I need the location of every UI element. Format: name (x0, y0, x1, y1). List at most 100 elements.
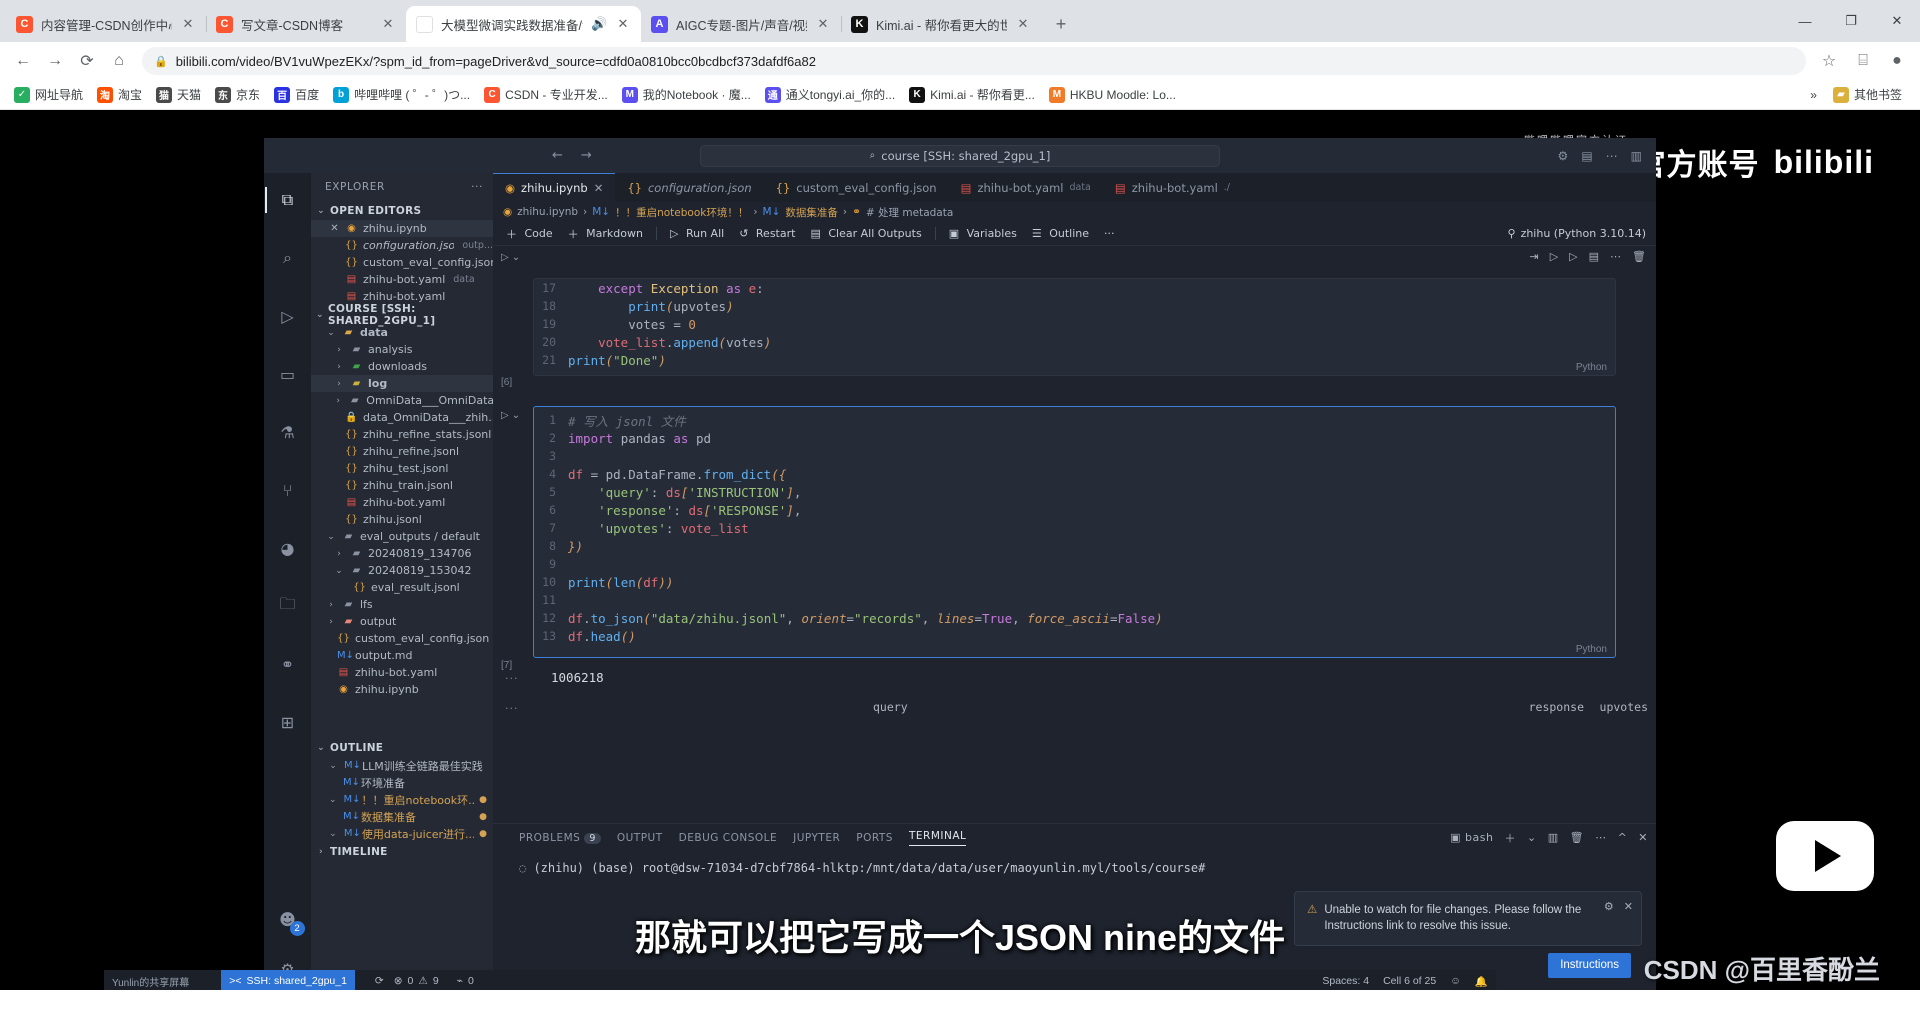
ports-status[interactable]: ⌁ 0 (457, 975, 474, 987)
tree-item-file[interactable]: M↓ output.md (311, 647, 493, 664)
tree-item-output[interactable]: › ▰ output (311, 613, 493, 630)
problems-status[interactable]: ⊗ 0 ⚠ 9 (394, 975, 439, 987)
clear-all-outputs-button[interactable]: ▤ Clear All Outputs (805, 225, 926, 242)
run-above-icon[interactable]: ⇥ (1529, 250, 1538, 263)
profile-avatar-icon[interactable]: ● (1882, 46, 1912, 76)
bookmark-item[interactable]: M HKBU Moodle: Lo... (1043, 84, 1182, 106)
restart-kernel-button[interactable]: ↺ Restart (734, 225, 800, 242)
maximize-button[interactable]: ❐ (1828, 0, 1874, 42)
open-editor-item[interactable]: {} configuration.json outp... (311, 237, 493, 254)
run-cell-icon[interactable]: ▷ (501, 410, 509, 421)
close-window-button[interactable]: ✕ (1874, 0, 1920, 42)
split-cell-icon[interactable]: ▤ (1589, 250, 1599, 263)
close-tab-button[interactable]: ✕ (180, 16, 196, 32)
delete-cell-icon[interactable]: 🗑 (1632, 250, 1646, 263)
explorer-icon[interactable]: ⧉ (264, 181, 307, 219)
new-terminal-icon[interactable]: ＋ (1504, 830, 1516, 846)
tree-item-downloads[interactable]: › ▰ downloads (311, 358, 493, 375)
editor-tab-zhihu-bot-yaml-data[interactable]: ▤ zhihu-bot.yaml data (948, 173, 1103, 202)
python-icon[interactable]: ⚭ (269, 645, 307, 683)
open-editor-item[interactable]: ✕ ◉ zhihu.ipynb (311, 220, 493, 237)
output-collapse-dots[interactable]: ··· (505, 702, 519, 715)
kill-terminal-icon[interactable]: 🗑 (1570, 831, 1584, 844)
testing-icon[interactable]: ⚗ (269, 413, 307, 451)
section-course-folder[interactable]: ⌄ COURSE [SSH: SHARED_2GPU_1] (311, 303, 493, 327)
tree-item-data[interactable]: ⌄ ▰ data (311, 324, 493, 341)
run-cell-icon[interactable]: ▷ (1550, 250, 1558, 263)
more-icon[interactable]: ⋯ (1610, 250, 1621, 263)
cell-code-editor[interactable]: 17 except Exception as e: 18 print(upvot… (533, 278, 1616, 376)
browser-tab-4[interactable]: K Kimi.ai - 帮你看更大的世界 ✕ (841, 6, 1041, 42)
notebook-scroll-area[interactable]: ▷ ⌄ ⇥ ▷ ▷ ▤ ⋯ 🗑 17 except Exception as e… (493, 246, 1656, 823)
cell-language-label[interactable]: Python (1576, 644, 1607, 655)
feedback-icon[interactable]: ☺ (1450, 975, 1461, 987)
run-and-debug-icon[interactable]: ▷ (269, 297, 307, 335)
bell-icon[interactable]: 🔔 (1475, 975, 1488, 988)
chevron-down-icon[interactable]: ⌄ (512, 410, 520, 421)
tree-item-file[interactable]: ◉ zhihu.ipynb (311, 681, 493, 698)
more-icon[interactable]: ⋯ (1595, 831, 1607, 844)
outline-item[interactable]: M↓ 数据集准备 ● (311, 808, 493, 825)
bookmark-item[interactable]: C CSDN - 专业开发... (478, 83, 614, 106)
extensions-icon[interactable]: ⊞ (269, 703, 307, 741)
back-button[interactable]: ← (8, 46, 38, 76)
editor-tab-custom-eval-config-json[interactable]: {} custom_eval_config.json (763, 173, 949, 202)
tree-item-file[interactable]: {} custom_eval_config.json (311, 630, 493, 647)
outline-item[interactable]: ⌄ M↓ LLM训练全链路最佳实践 (311, 757, 493, 774)
minimize-button[interactable]: — (1782, 0, 1828, 42)
home-button[interactable]: ⌂ (104, 46, 134, 76)
section-timeline[interactable]: › TIMELINE (311, 842, 493, 861)
terminal-content[interactable]: ◌ (zhihu) (base) root@dsw-71034-d7cbf786… (493, 851, 1656, 875)
panel-tab-jupyter[interactable]: JUPYTER (793, 832, 840, 844)
sync-icon[interactable]: ⟳ (375, 975, 384, 987)
split-terminal-icon[interactable]: ▥ (1548, 831, 1559, 844)
tree-item-folder[interactable]: › ▰ 20240819_134706 (311, 545, 493, 562)
editor-forward-button[interactable]: → (581, 148, 592, 163)
outline-item[interactable]: ⌄ M↓ 使用data-juicer进行... ● (311, 825, 493, 842)
close-tab-button[interactable]: ✕ (815, 16, 831, 32)
other-bookmarks-folder[interactable]: ▰ 其他书签 (1827, 83, 1908, 106)
editor-tab-configuration-json[interactable]: {} configuration.json (615, 173, 764, 202)
editor-tab-zhihu-bot-yaml-root[interactable]: ▤ zhihu-bot.yaml ./ (1102, 173, 1242, 202)
close-panel-icon[interactable]: ✕ (1638, 831, 1648, 844)
tree-item-folder[interactable]: ⌄ ▰ 20240819_153042 (311, 562, 493, 579)
run-all-button[interactable]: ▷ Run All (665, 225, 729, 242)
section-outline[interactable]: ⌄ OUTLINE (311, 738, 493, 757)
split-editor-icon[interactable]: ▥ (1631, 149, 1642, 163)
tree-item-file[interactable]: 🔒 data_OmniData___zhih... (311, 409, 493, 426)
command-center[interactable]: ⌕ course [SSH: shared_2gpu_1] (700, 144, 1220, 167)
close-tab-button[interactable]: ✕ (1015, 16, 1031, 32)
tree-item-eval-outputs[interactable]: ⌄ ▰ eval_outputs / default (311, 528, 493, 545)
customize-layout-icon[interactable]: ⚙ (1558, 149, 1569, 163)
cell-run-controls[interactable]: ▷ ⌄ (501, 410, 529, 421)
bookmark-item[interactable]: b 哔哩哔哩 ( ゜- ゜)つ... (327, 83, 476, 106)
browser-tab-3[interactable]: A AIGC专题-图片/声音/视频/Agen ✕ (641, 6, 842, 42)
outline-item[interactable]: M↓ 环境准备 (311, 774, 493, 791)
tree-item-file[interactable]: {} zhihu_test.jsonl (311, 460, 493, 477)
close-tab-button[interactable]: ✕ (380, 16, 396, 32)
new-tab-button[interactable]: + (1047, 10, 1075, 38)
address-bar[interactable]: 🔒 bilibili.com/video/BV1vuWpezEKx/?spm_i… (142, 47, 1806, 75)
cell-run-controls[interactable]: ▷ ⌄ (501, 252, 529, 263)
breadcrumb-item-3[interactable]: # 处理 metadata (866, 205, 953, 220)
youtube-play-button[interactable] (1776, 821, 1874, 891)
close-icon[interactable]: ✕ (594, 181, 604, 195)
breadcrumb-item-0[interactable]: zhihu.ipynb (517, 206, 578, 218)
tree-item-file[interactable]: {} zhihu.jsonl (311, 511, 493, 528)
tree-item-file[interactable]: ▤ zhihu-bot.yaml (311, 664, 493, 681)
browser-tab-1[interactable]: C 写文章-CSDN博客 ✕ (206, 6, 407, 42)
browser-tab-0[interactable]: C 内容管理-CSDN创作中心 ✕ (6, 6, 207, 42)
chevron-down-icon[interactable]: ⌄ (512, 252, 520, 263)
terminal-dropdown-icon[interactable]: ⌄ (1527, 831, 1537, 844)
bookmarks-overflow-button[interactable]: » (1810, 88, 1817, 102)
cell-indicator[interactable]: Cell 6 of 25 (1383, 975, 1436, 987)
tree-item-log[interactable]: › ▰ log (311, 375, 493, 392)
video-player[interactable]: 哔哩哔哩官方认证 ModelScope官方账号 bilibili ← → ⌕ c… (0, 110, 1920, 998)
close-icon[interactable]: ✕ (329, 223, 340, 234)
containers-icon[interactable]: 🗀 (269, 587, 307, 625)
more-actions-icon[interactable]: ··· (1099, 225, 1120, 242)
tree-item-lfs[interactable]: › ▰ lfs (311, 596, 493, 613)
tree-item-file[interactable]: {} eval_result.jsonl (311, 579, 493, 596)
open-editor-item[interactable]: {} custom_eval_config.json (311, 254, 493, 271)
forward-button[interactable]: → (40, 46, 70, 76)
